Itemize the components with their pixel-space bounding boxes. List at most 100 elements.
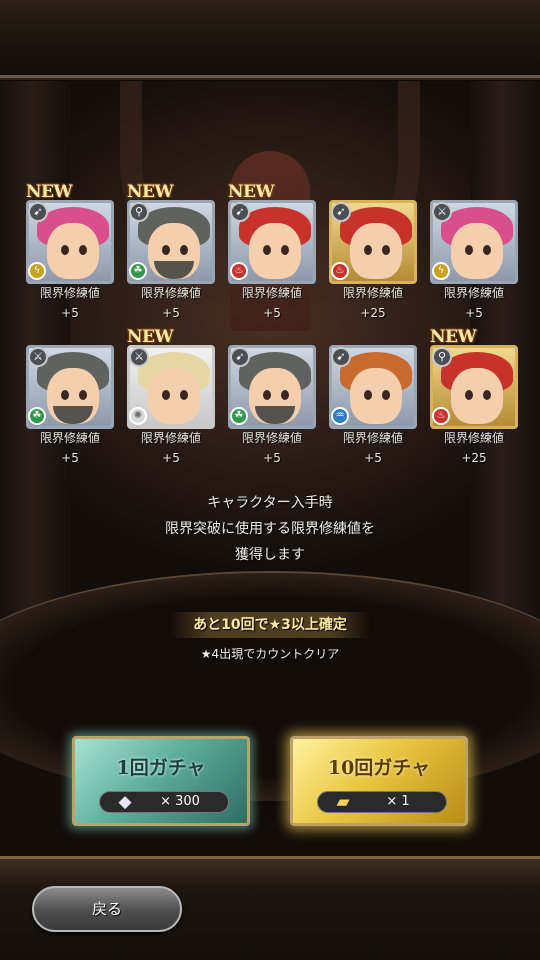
character-face [350, 368, 402, 424]
character-eye [61, 390, 69, 400]
ticket-icon: ▰ [336, 792, 350, 812]
single-gacha-cost: ◆ × 300 [99, 791, 229, 813]
sword-icon: ⚔ [28, 347, 48, 367]
character-face [350, 223, 402, 279]
info-line-2: 限界突破に使用する限界修練値を [165, 521, 375, 537]
staff-icon: ⚲ [129, 202, 149, 222]
character-eye [382, 390, 390, 400]
limit-training-label: 限界修練値 [342, 286, 403, 300]
thunder-element-icon: ϟ [28, 262, 46, 280]
crystal-icon: ◆ [118, 792, 132, 812]
character-eye [180, 390, 188, 400]
new-badge: NEW [228, 182, 275, 202]
character-eye [263, 245, 271, 255]
fire-element-icon: ♨ [432, 407, 450, 425]
ten-gacha-cost: ▰ × 1 [317, 791, 447, 813]
limit-training-value: +5 [162, 306, 180, 320]
wind-element-icon: ☘ [28, 407, 46, 425]
wind-element-icon: ☘ [230, 407, 248, 425]
sword-icon: ⚔ [432, 202, 452, 222]
water-element-icon: ♒ [331, 407, 349, 425]
fire-element-icon: ♨ [331, 262, 349, 280]
character-eye [180, 245, 188, 255]
character-eye [281, 245, 289, 255]
limit-training-value: +5 [364, 451, 382, 465]
ten-gacha-cost-text: × 1 [386, 794, 410, 809]
limit-training-label: 限界修練値 [443, 431, 504, 445]
character-eye [364, 390, 372, 400]
bow-icon: ➹ [331, 347, 351, 367]
result-card[interactable]: ➹ ♨ 限界修練値 +25 [329, 182, 419, 320]
character-eye [61, 245, 69, 255]
fire-element-icon: ♨ [230, 262, 248, 280]
reset-note: ★4出現でカウントクリア [200, 647, 340, 661]
character-face [148, 368, 200, 424]
limit-training-value: +25 [360, 306, 386, 320]
info-line-1: キャラクター入手時 [207, 495, 333, 511]
limit-training-label: 限界修練値 [39, 431, 100, 445]
new-badge: NEW [430, 327, 477, 347]
character-face [451, 368, 503, 424]
character-eye [263, 390, 271, 400]
character-eye [281, 390, 289, 400]
result-card[interactable]: ➹ ♨ NEW 限界修練値 +5 [228, 182, 318, 320]
bow-icon: ➹ [28, 202, 48, 222]
result-card[interactable]: ⚔ ϟ 限界修練値 +5 [430, 182, 520, 320]
character-face [451, 223, 503, 279]
limit-training-value: +5 [162, 451, 180, 465]
wind-element-icon: ☘ [129, 262, 147, 280]
character-eye [465, 245, 473, 255]
character-eye [162, 245, 170, 255]
result-card[interactable]: ⚲ ♨ NEW 限界修練値 +25 [430, 327, 520, 465]
single-gacha-cost-text: × 300 [160, 794, 200, 809]
result-card[interactable]: ➹ ♒ 限界修練値 +5 [329, 327, 419, 465]
limit-training-label: 限界修練値 [140, 286, 201, 300]
result-card[interactable]: ➹ ϟ NEW 限界修練値 +5 [26, 182, 116, 320]
single-gacha-button[interactable]: 1回ガチャ ◆ × 300 [72, 736, 250, 826]
limit-training-label: 限界修練値 [39, 286, 100, 300]
character-eye [382, 245, 390, 255]
character-eye [79, 390, 87, 400]
limit-training-value: +5 [465, 306, 483, 320]
ten-gacha-button[interactable]: 10回ガチャ ▰ × 1 [290, 736, 468, 826]
ten-gacha-title: 10回ガチャ [327, 757, 431, 779]
new-badge: NEW [127, 327, 174, 347]
character-eye [79, 245, 87, 255]
character-eye [364, 245, 372, 255]
new-badge: NEW [127, 182, 174, 202]
limit-training-label: 限界修練値 [241, 286, 302, 300]
character-eye [483, 390, 491, 400]
result-card[interactable]: ➹ ☘ 限界修練値 +5 [228, 327, 318, 465]
character-eye [465, 390, 473, 400]
single-gacha-title: 1回ガチャ [116, 757, 206, 779]
limit-training-value: +5 [263, 451, 281, 465]
result-card[interactable]: ⚲ ☘ NEW 限界修練値 +5 [127, 182, 217, 320]
bow-icon: ➹ [331, 202, 351, 222]
limit-training-value: +5 [61, 451, 79, 465]
limit-training-label: 限界修練値 [241, 431, 302, 445]
sword-icon: ⚔ [129, 347, 149, 367]
info-line-3: 獲得します [235, 547, 305, 563]
info-text: キャラクター入手時 限界突破に使用する限界修練値を 獲得します [0, 490, 540, 568]
character-eye [162, 390, 170, 400]
limit-training-value: +5 [263, 306, 281, 320]
bow-icon: ➹ [230, 347, 250, 367]
result-card[interactable]: ⚔ ☘ 限界修練値 +5 [26, 327, 116, 465]
new-badge: NEW [26, 182, 73, 202]
limit-training-label: 限界修練値 [342, 431, 403, 445]
character-face [249, 223, 301, 279]
limit-training-value: +25 [461, 451, 487, 465]
limit-training-label: 限界修練値 [443, 286, 504, 300]
character-face [47, 223, 99, 279]
limit-training-label: 限界修練値 [140, 431, 201, 445]
limit-training-value: +5 [61, 306, 79, 320]
result-card[interactable]: ⚔ ✺ NEW 限界修練値 +5 [127, 327, 217, 465]
bow-icon: ➹ [230, 202, 250, 222]
thunder-element-icon: ϟ [432, 262, 450, 280]
back-button[interactable]: 戻る [32, 886, 182, 932]
top-bar [0, 0, 540, 78]
guarantee-banner: あと10回で★3以上確定 [170, 612, 370, 638]
staff-icon: ⚲ [432, 347, 452, 367]
character-eye [483, 245, 491, 255]
light-element-icon: ✺ [129, 407, 147, 425]
